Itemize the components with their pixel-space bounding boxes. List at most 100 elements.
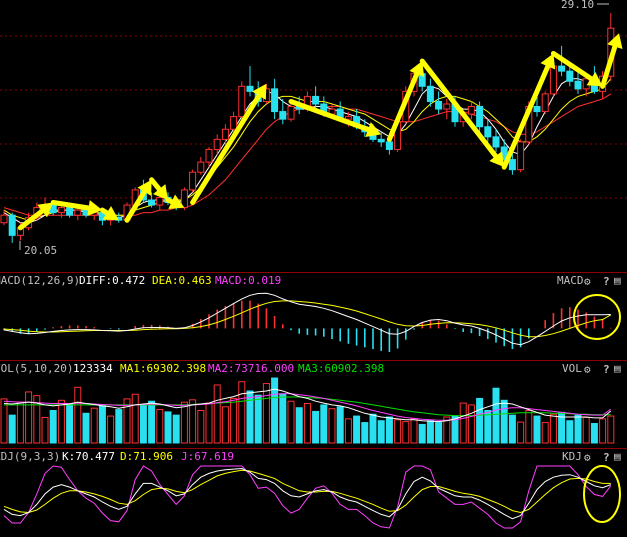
candle-body	[566, 70, 574, 82]
volume-bar	[262, 383, 270, 444]
candle-body	[238, 85, 246, 118]
candle-body	[385, 141, 393, 150]
volume-bar	[467, 404, 475, 444]
volume-bar	[131, 393, 139, 444]
volume-bar	[361, 422, 369, 444]
macd-value: MACD:0.019	[215, 274, 281, 287]
help-icon[interactable]: ?	[603, 451, 610, 464]
candle-body	[508, 159, 516, 171]
help-icon[interactable]: ?	[603, 275, 610, 288]
volume-bar	[139, 403, 147, 444]
volume-bar	[492, 387, 500, 444]
candle-body	[213, 138, 221, 150]
volume-bar	[41, 416, 49, 444]
volume-bar	[82, 412, 90, 444]
candle-body	[476, 106, 484, 128]
candle-body	[0, 214, 8, 224]
help-icon[interactable]: ?	[603, 363, 610, 376]
vol-tag: VOL	[562, 362, 582, 375]
candle-body	[484, 126, 492, 138]
candle-body	[221, 128, 229, 140]
candle-body	[517, 141, 525, 171]
volume-bar	[156, 409, 164, 444]
candle-body	[271, 88, 279, 113]
volume-bar	[312, 410, 320, 444]
vol-ma1-value: MA1:69302.398	[120, 362, 206, 375]
volume-bar	[164, 411, 172, 444]
candle-body	[435, 100, 443, 110]
volume-bar	[459, 402, 467, 444]
volume-bar	[115, 409, 123, 444]
volume-bar	[476, 397, 484, 444]
volume-bar	[98, 405, 106, 444]
volume-bar	[385, 416, 393, 444]
volume-bar	[566, 420, 574, 444]
candle-body	[312, 95, 320, 105]
volume-bar	[426, 420, 434, 444]
volume-bar	[74, 386, 82, 444]
gear-icon[interactable]: ⚙	[584, 363, 591, 376]
candle-body	[189, 171, 197, 191]
vol-panel-name: VOL(5,10,20)	[0, 362, 73, 375]
trend-arrow-shaft	[165, 197, 175, 205]
expand-icon[interactable]: ▤	[614, 362, 621, 375]
low-price-label: 20.05	[24, 244, 57, 257]
candle-body	[492, 136, 500, 148]
volume-bar	[525, 410, 533, 444]
candle-body	[8, 214, 16, 236]
volume-bar	[197, 410, 205, 444]
volume-bar	[533, 415, 541, 444]
volume-bar	[435, 422, 443, 444]
candle-body	[541, 93, 549, 113]
gear-icon[interactable]: ⚙	[584, 275, 591, 288]
kdj-k-value: K:70.477	[62, 450, 115, 463]
volume-bar	[213, 384, 221, 444]
volume-bar	[230, 397, 238, 444]
expand-icon[interactable]: ▤	[614, 450, 621, 463]
volume-bar	[599, 418, 607, 444]
volume-bar	[205, 402, 213, 444]
vol-value: 123334	[73, 362, 113, 375]
candle-body	[205, 148, 213, 163]
volume-bar	[410, 418, 418, 444]
candle-body	[246, 85, 254, 92]
candle-body	[344, 116, 352, 120]
high-price-label: 29.10	[561, 0, 594, 11]
volume-bar	[0, 398, 8, 444]
volume-bar	[16, 401, 24, 444]
volume-bar	[377, 420, 385, 444]
candle-body	[279, 111, 287, 120]
volume-bar	[549, 413, 557, 444]
volume-bar	[180, 401, 188, 444]
volume-bar	[541, 422, 549, 444]
candle-body	[549, 65, 557, 95]
volume-bar	[287, 400, 295, 444]
macd-dea-value: DEA:0.463	[152, 274, 212, 287]
volume-bar	[8, 414, 16, 444]
volume-bar	[271, 377, 279, 444]
volume-bar	[148, 400, 156, 444]
gear-icon[interactable]: ⚙	[584, 451, 591, 464]
candle-body	[148, 199, 156, 206]
vol-ma2-value: MA2:73716.000	[208, 362, 294, 375]
volume-bar	[303, 403, 311, 444]
macd-diff-value: DIFF:0.472	[79, 274, 145, 287]
volume-bar	[172, 414, 180, 444]
candle-body	[197, 161, 205, 173]
candle-body	[66, 207, 74, 216]
volume-bar	[246, 390, 254, 444]
volume-bar	[590, 423, 598, 444]
candle-body	[57, 207, 65, 214]
candle-body	[467, 106, 475, 115]
candle-body	[377, 138, 385, 143]
candle-body	[287, 106, 295, 120]
candle-body	[426, 85, 434, 102]
volume-bar	[107, 415, 115, 444]
volume-bar	[508, 414, 516, 444]
expand-icon[interactable]: ▤	[614, 274, 621, 287]
volume-bar	[320, 404, 328, 444]
stock-chart-canvas: 29.10 20.05 MACD(12,26,9) DIFF:0.472 DEA…	[0, 0, 627, 537]
volume-bar	[394, 419, 402, 444]
macd-panel-name: MACD(12,26,9)	[0, 274, 80, 287]
candle-body	[156, 196, 164, 206]
